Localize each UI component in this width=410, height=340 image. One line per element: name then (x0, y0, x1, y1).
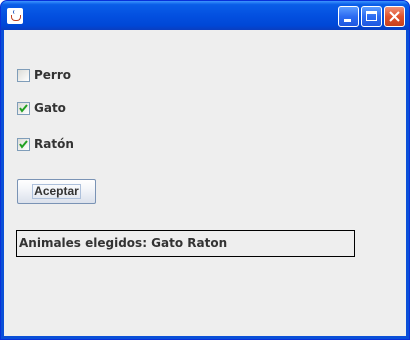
checkbox-label: Gato (34, 101, 66, 115)
checkbox-raton[interactable]: Ratón (17, 136, 74, 152)
title-bar[interactable] (1, 1, 409, 30)
java-cup-icon[interactable] (7, 8, 23, 24)
checkbox-box[interactable] (17, 68, 30, 82)
checkbox-perro[interactable]: Perro (17, 67, 71, 83)
minimize-button[interactable] (338, 6, 359, 27)
steam-shape (13, 10, 17, 14)
accept-button[interactable]: Aceptar (17, 179, 96, 204)
checkmark-icon (19, 139, 28, 149)
close-button[interactable] (384, 6, 405, 27)
cup-shape (11, 15, 21, 21)
app-window: Perro Gato Ratón Aceptar Animales elegid… (0, 0, 410, 340)
result-label: Animales elegidos: Gato Raton (16, 230, 355, 257)
content-panel: Perro Gato Ratón Aceptar Animales elegid… (4, 30, 406, 336)
checkbox-label: Perro (34, 68, 72, 82)
accept-button-label: Aceptar (32, 184, 81, 199)
checkmark-icon (19, 103, 28, 113)
checkbox-box[interactable] (17, 137, 30, 151)
minimize-icon (344, 19, 351, 22)
checkbox-label: Ratón (34, 137, 74, 151)
close-icon (389, 11, 400, 22)
maximize-button[interactable] (361, 6, 382, 27)
checkbox-box[interactable] (17, 101, 30, 115)
checkbox-gato[interactable]: Gato (17, 100, 66, 116)
maximize-icon (366, 11, 377, 21)
